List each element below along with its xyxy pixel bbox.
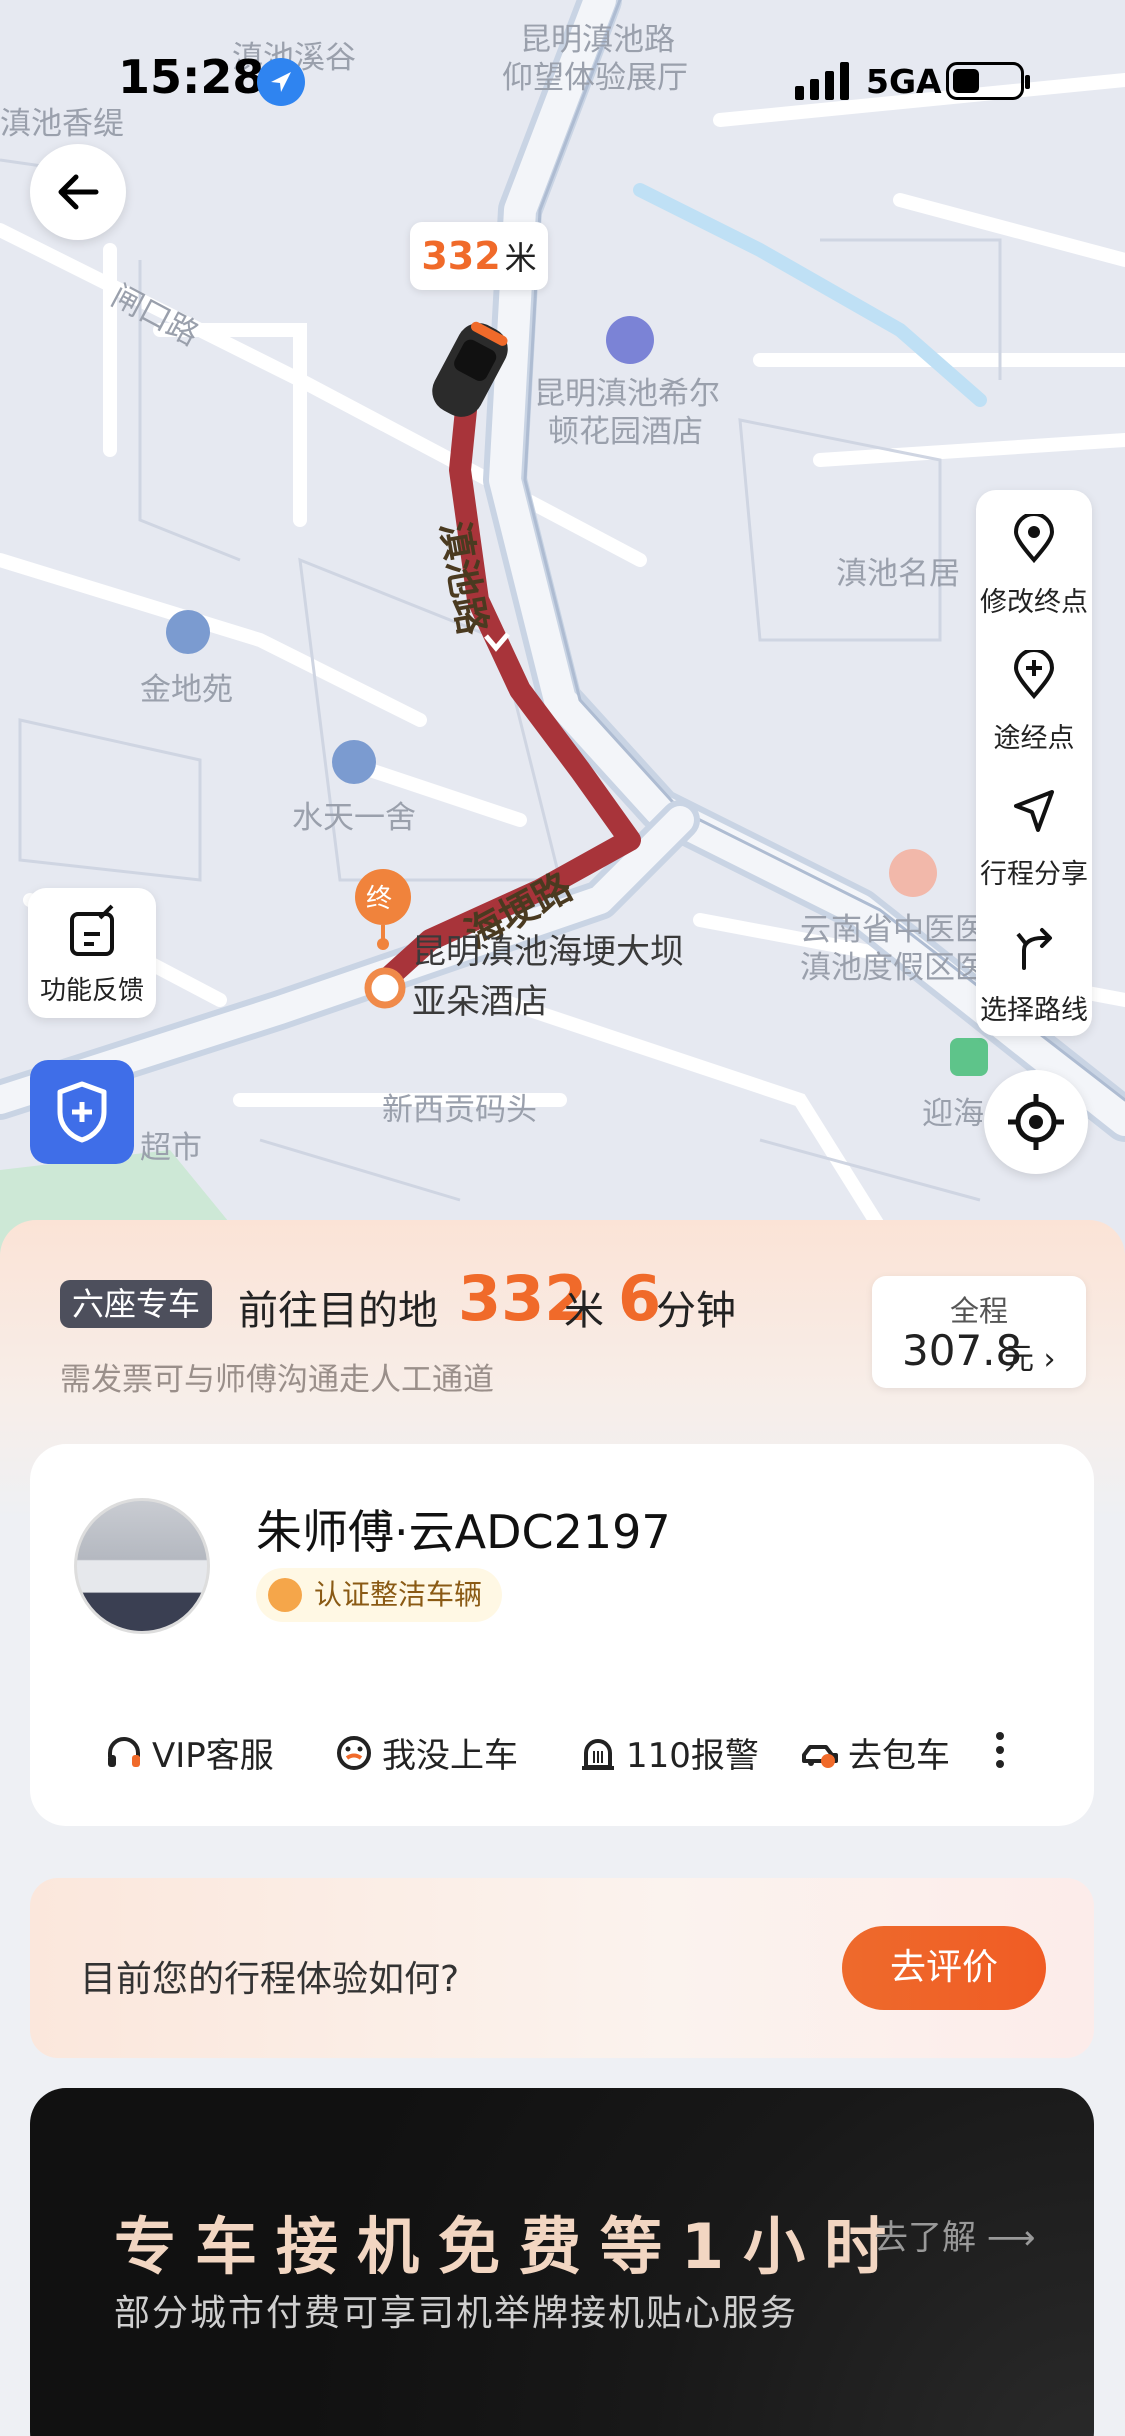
charter-button[interactable]: 去包车 [800,1728,950,1782]
add-waypoint-icon [1013,650,1055,700]
location-arrow-icon [257,58,305,106]
map-label-jindiyuan: 金地苑 [140,672,233,708]
clean-vehicle-label: 认证整洁车辆 [314,1578,483,1611]
change-destination-button[interactable]: 修改终点 [976,498,1092,634]
clean-vehicle-badge: 认证整洁车辆 [256,1568,503,1622]
status-time: 15:28 [118,50,265,104]
not-boarded-button[interactable]: 我没上车 [334,1728,518,1782]
share-trip-label: 行程分享 [980,859,1088,890]
flower-icon [268,1578,302,1612]
distance-bubble-value: 332 [421,234,501,278]
back-button[interactable] [30,144,126,240]
car-type-badge: 六座专车 [60,1280,213,1328]
trip-minutes: 6 [618,1262,662,1335]
distance-bubble-unit: 米 [504,239,537,277]
vip-service-label: VIP客服 [152,1736,274,1776]
car-icon [802,1744,838,1768]
distance-bubble: 332 米 [410,222,548,290]
share-plane-icon [1014,790,1054,832]
rating-question: 目前您的行程体验如何? [80,1959,460,2000]
map-label-destination-1: 昆明滇池海埂大坝 [412,932,684,972]
share-trip-button[interactable]: 行程分享 [976,770,1092,906]
pin-icon [1013,514,1055,564]
signal-icon [795,62,849,100]
driver-name-plate: 朱师傅·云ADC2197 [256,1505,671,1559]
map-label-dianchi-mingju: 滇池名居 [836,556,960,592]
fare-unit: 元 › [1004,1342,1056,1377]
safety-shield-button[interactable] [30,1060,134,1164]
route-icon [1016,928,1052,970]
rate-button[interactable]: 去评价 [842,1926,1046,2010]
change-destination-label: 修改终点 [980,587,1088,618]
network-type: 5GA [866,62,942,101]
face-icon [337,1735,371,1770]
map-label-destination-2: 亚朵酒店 [412,982,548,1022]
fare-card[interactable]: 全程 307.8 元 › [872,1276,1086,1388]
map-label-hilton-2: 顿花园酒店 [548,414,703,450]
promo-learn-more-link[interactable]: 去了解 ⟶ [874,2210,1036,2259]
avatar[interactable] [74,1498,210,1634]
fare-label: 全程 [949,1294,1008,1328]
trip-distance-unit: 米 [564,1288,604,1334]
feedback-button[interactable]: 功能反馈 [28,888,156,1018]
trip-invoice-note: 需发票可与师傅沟通走人工通道 [60,1362,494,1398]
edit-icon [70,904,114,956]
locate-me-button[interactable] [984,1070,1088,1174]
promo-banner[interactable]: 专车接机免费等1小时 去了解 ⟶ 部分城市付费可享司机举牌接机贴心服务 [30,2088,1094,2436]
map-action-panel: 修改终点 途经点 行程分享 选择路线 [976,490,1092,1036]
map-label-xinxigong: 新西贡码头 [382,1092,537,1128]
add-waypoint-label: 途经点 [993,723,1075,754]
vip-service-button[interactable]: VIP客服 [104,1728,274,1782]
trip-destination-text: 前往目的地 [238,1288,438,1334]
add-waypoint-button[interactable]: 途经点 [976,634,1092,770]
rating-card: 目前您的行程体验如何? 去评价 [30,1878,1094,2058]
map-label-shuitian: 水天一舍 [292,800,416,836]
driver-card: 朱师傅·云ADC2197 认证整洁车辆 VIP客服 我没上车 110报警 去包车 [30,1444,1094,1826]
shield-icon [57,1081,107,1143]
more-vertical-icon[interactable] [990,1730,1010,1770]
map-base [0,0,1125,1260]
choose-route-button[interactable]: 选择路线 [976,906,1092,1042]
charter-label: 去包车 [848,1736,950,1776]
arrow-left-icon [58,174,99,210]
call-police-label: 110报警 [626,1736,759,1776]
alarm-icon [582,1738,614,1770]
not-boarded-label: 我没上车 [382,1736,518,1776]
map-view[interactable]: 滇池溪谷 滇池香缇 昆明滇池路 仰望体验展厅 闸口路 昆明滇池希尔 顿花园酒店 … [0,0,1125,1260]
trip-panel: 六座专车 前往目的地 332 米 6 分钟 需发票可与师傅沟通走人工通道 全程 … [0,1220,1125,2436]
headset-icon [108,1736,140,1767]
promo-subtitle: 部分城市付费可享司机举牌接机贴心服务 [114,2293,799,2334]
promo-title: 专车接机免费等1小时 [114,2210,906,2283]
battery-icon [946,62,1030,100]
choose-route-label: 选择路线 [980,995,1088,1026]
map-label-supermarket: 超市 [140,1130,202,1166]
crosshair-icon [1008,1094,1064,1150]
feedback-label: 功能反馈 [39,976,144,1006]
status-bar: 15:28 5GA [0,0,1125,150]
trip-minutes-unit: 分钟 [656,1288,736,1334]
map-label-yinghai: 迎海 [922,1096,984,1132]
call-police-button[interactable]: 110报警 [578,1728,759,1782]
destination-marker: 终 [366,884,393,914]
